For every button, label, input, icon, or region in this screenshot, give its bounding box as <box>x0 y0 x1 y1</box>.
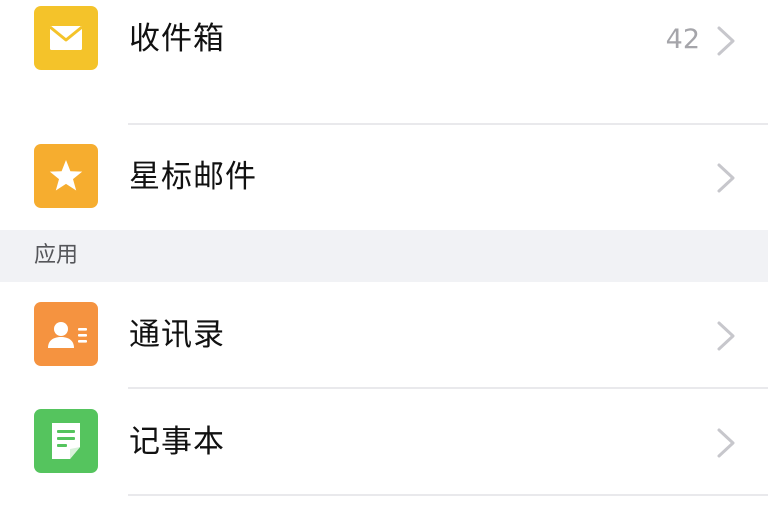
starred-icon-box <box>34 144 98 208</box>
notepad-icon-box <box>34 409 98 473</box>
notepad-icon <box>52 423 80 459</box>
inbox-envelope-icon <box>49 25 83 50</box>
contacts-icon-box <box>34 302 98 366</box>
chevron-right-icon <box>717 26 735 56</box>
inbox-label: 收件箱 <box>129 21 225 57</box>
star-icon <box>49 160 83 191</box>
inbox-unread-count: 42 <box>665 24 700 55</box>
inbox-row[interactable]: 收件箱 42 <box>0 0 768 75</box>
divider <box>128 494 768 496</box>
contacts-row[interactable]: 通讯录 <box>0 282 768 387</box>
starred-mail-row[interactable]: 星标邮件 <box>0 125 768 230</box>
contacts-card-icon <box>48 322 87 348</box>
starred-mail-label: 星标邮件 <box>129 159 257 195</box>
contacts-label: 通讯录 <box>129 317 225 353</box>
apps-section-header: 应用 <box>0 230 768 282</box>
section-title: 应用 <box>34 243 79 268</box>
notepad-row[interactable]: 记事本 <box>0 389 768 494</box>
chevron-right-icon <box>717 163 735 193</box>
inbox-icon-box <box>34 6 98 70</box>
mail-home-screen: 收件箱 42 星标邮件 应用 通讯录 记事本 <box>0 0 768 510</box>
chevron-right-icon <box>717 321 735 351</box>
chevron-right-icon <box>717 428 735 458</box>
notepad-label: 记事本 <box>129 424 225 460</box>
